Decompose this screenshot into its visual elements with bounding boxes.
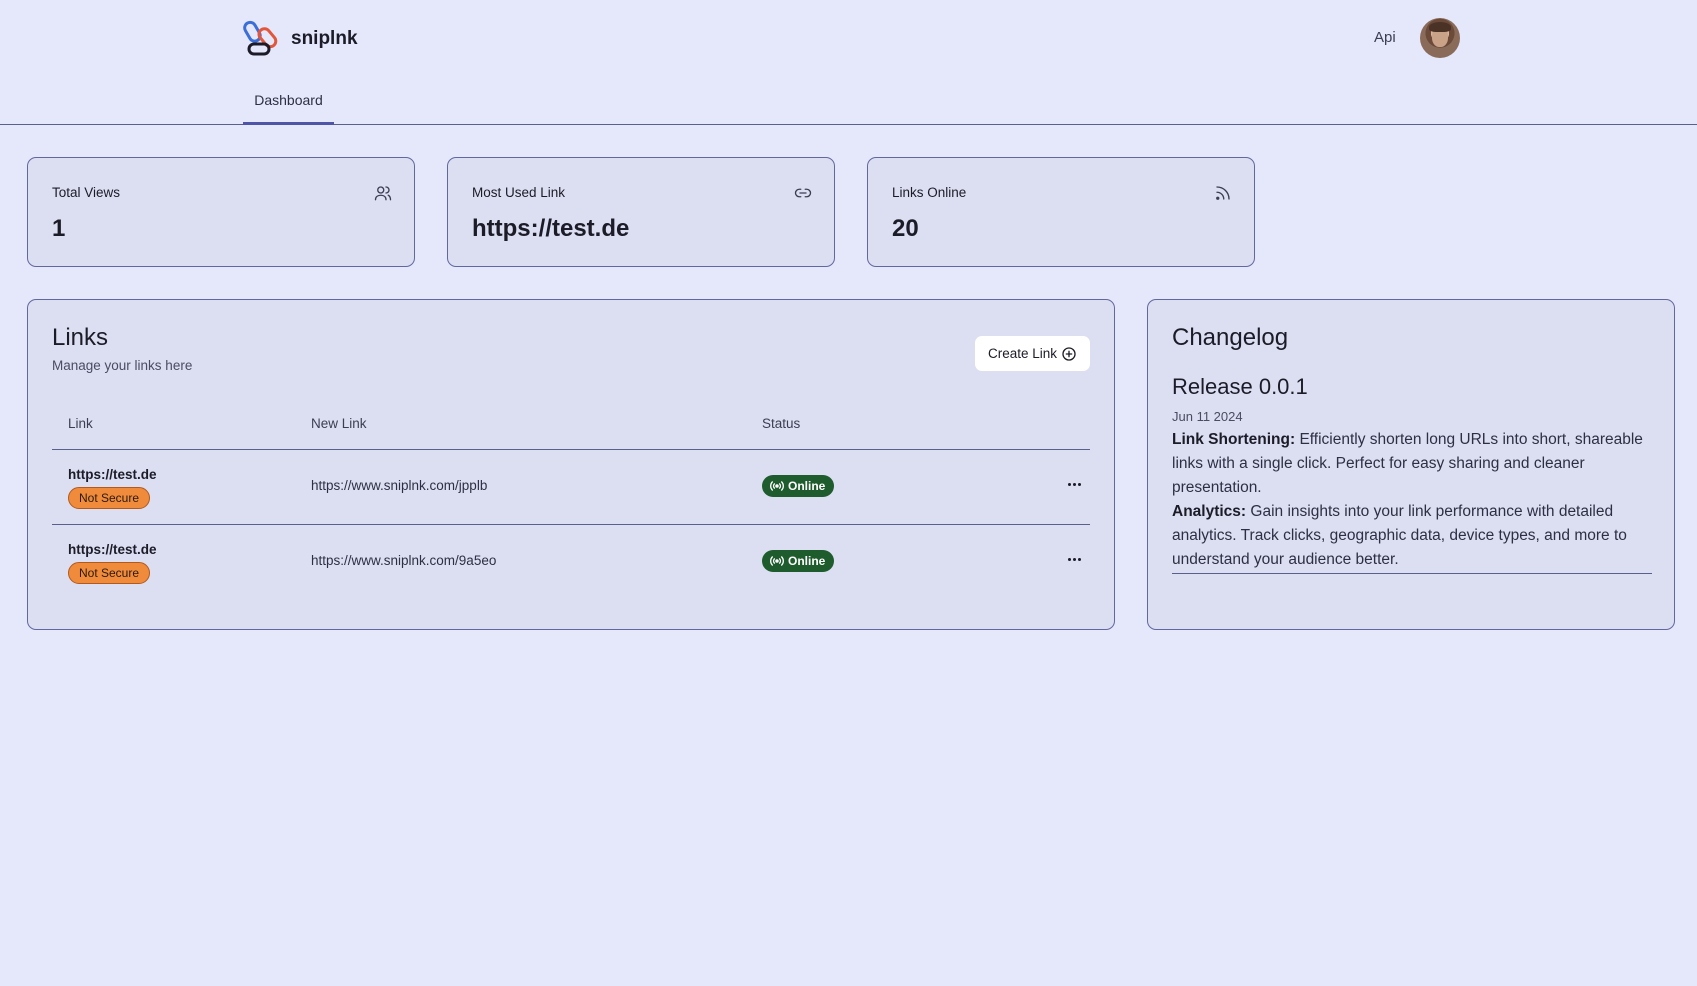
row-actions-button[interactable]	[1062, 472, 1086, 496]
changelog-panel: Changelog Release 0.0.1 Jun 11 2024 Link…	[1147, 299, 1675, 630]
stat-card-links-online: Links Online 20	[867, 157, 1255, 267]
changelog-title: Changelog	[1172, 324, 1289, 351]
dot-icon	[1067, 557, 1071, 561]
broadcast-icon	[770, 556, 784, 566]
api-link[interactable]: Api	[1374, 29, 1396, 46]
row-actions-button[interactable]	[1062, 547, 1086, 571]
link-icon	[794, 188, 812, 198]
dot-icon	[1072, 482, 1076, 486]
original-link[interactable]: https://test.de	[68, 542, 157, 557]
release-note-heading: Link Shortening:	[1172, 431, 1296, 448]
stat-value: https://test.de	[472, 215, 630, 242]
brand[interactable]: sniplnk	[243, 20, 358, 58]
not-secure-badge: Not Secure	[68, 487, 151, 509]
stat-card-most-used-link: Most Used Link https://test.de	[447, 157, 835, 267]
column-header-status: Status	[762, 416, 801, 431]
brand-name: sniplnk	[291, 28, 358, 49]
table-row[interactable]: https://test.de Not Secure https://www.s…	[52, 525, 1090, 600]
stat-card-total-views: Total Views 1	[27, 157, 415, 267]
status-badge: Online	[762, 550, 835, 572]
status-label: Online	[788, 554, 826, 568]
column-header-new-link: New Link	[311, 416, 367, 431]
dot-icon	[1072, 557, 1076, 561]
rss-icon	[1216, 186, 1230, 200]
links-title: Links	[52, 324, 109, 351]
release-notes: Link Shortening: Efficiently shorten lon…	[1172, 428, 1652, 574]
status-label: Online	[788, 479, 826, 493]
short-link[interactable]: https://www.sniplnk.com/9a5eo	[311, 553, 496, 568]
stat-value: 20	[892, 215, 919, 242]
table-row[interactable]: https://test.de Not Secure https://www.s…	[52, 450, 1090, 525]
release-title: Release 0.0.1	[1172, 374, 1308, 399]
release-date: Jun 11 2024	[1172, 409, 1243, 424]
top-navigation: sniplnk Api Dashboard	[0, 0, 1697, 125]
release-note-item: Link Shortening: Efficiently shorten lon…	[1172, 428, 1652, 500]
stat-label: Links Online	[892, 185, 967, 200]
dot-icon	[1077, 482, 1081, 486]
plus-circle-icon	[1062, 346, 1076, 361]
dot-icon	[1077, 557, 1081, 561]
original-link[interactable]: https://test.de	[68, 467, 157, 482]
release-note-item: Analytics: Gain insights into your link …	[1172, 500, 1652, 572]
column-header-link: Link	[68, 416, 93, 431]
chain-link-logo-icon	[243, 20, 278, 56]
avatar-hair	[1429, 22, 1451, 32]
stat-label: Total Views	[52, 185, 121, 200]
short-link[interactable]: https://www.sniplnk.com/jpplb	[311, 478, 487, 493]
create-link-label: Create Link	[987, 346, 1058, 361]
dot-icon	[1067, 482, 1071, 486]
links-subtitle: Manage your links here	[52, 358, 193, 373]
user-avatar[interactable]	[1420, 18, 1460, 58]
not-secure-badge: Not Secure	[68, 562, 151, 584]
links-panel: Links Manage your links here Create Link…	[27, 299, 1115, 630]
status-badge: Online	[762, 475, 835, 497]
users-icon	[374, 186, 392, 201]
tab-dashboard[interactable]: Dashboard	[243, 88, 334, 125]
stat-label: Most Used Link	[472, 185, 566, 200]
release-note-heading: Analytics:	[1172, 503, 1247, 520]
stat-value: 1	[52, 215, 66, 242]
broadcast-icon	[770, 481, 784, 491]
create-link-button[interactable]: Create Link	[975, 336, 1090, 371]
